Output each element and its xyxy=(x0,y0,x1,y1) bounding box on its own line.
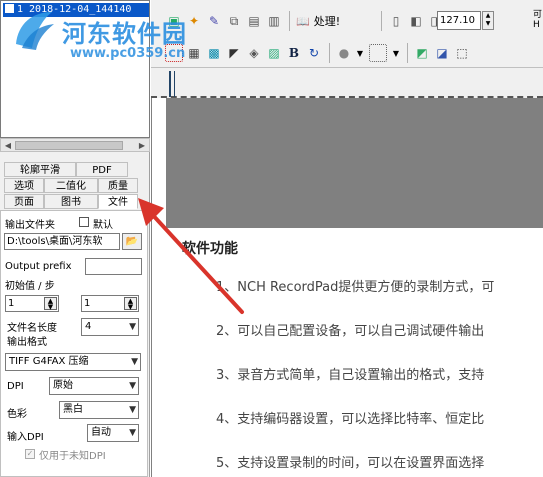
dpi-value: 原始 xyxy=(53,380,73,391)
filename-length-value: 4 xyxy=(85,321,92,332)
chevron-down-icon[interactable]: ▼ xyxy=(387,44,405,62)
zoom-field[interactable]: 127.10 xyxy=(437,11,481,30)
document-line: 3、录音方式简单，自己设置输出的格式，支持 xyxy=(216,368,485,383)
tab-options[interactable]: 选项 xyxy=(4,178,44,193)
picture-icon[interactable]: ▨ xyxy=(265,44,283,62)
input-dpi-label: 输入DPI xyxy=(7,432,44,443)
initial-value: 1 xyxy=(8,298,15,309)
rotate-icon[interactable]: ↻ xyxy=(305,44,323,62)
book-icon: 📖 xyxy=(296,14,310,28)
chevron-down-icon: ▼ xyxy=(129,405,136,415)
chevron-down-icon: ▼ xyxy=(131,357,138,367)
dpi-select[interactable]: 原始 ▼ xyxy=(49,377,139,395)
chevron-down-icon[interactable]: ▼ xyxy=(351,44,369,62)
output-path-field[interactable]: D:\tools\桌面\河东软 xyxy=(4,233,120,250)
output-folder-label: 输出文件夹 xyxy=(5,220,55,231)
tab-pdf[interactable]: PDF xyxy=(76,162,128,177)
document-line: 5、支持设置录制的时间，可以在设置界面选择 xyxy=(216,456,485,471)
output-prefix-label: Output prefix xyxy=(5,261,72,272)
color-label: 色彩 xyxy=(7,409,27,420)
annotation-arrow xyxy=(138,198,244,314)
watermark-url: www.pc0359.cn xyxy=(70,46,186,61)
initial-step-label: 初始值 / 步 xyxy=(5,281,55,292)
transform-icon[interactable]: ⬚ xyxy=(453,44,471,62)
filename-length-select[interactable]: 4 ▼ xyxy=(81,318,139,336)
page-export-icon[interactable]: ◪ xyxy=(433,44,451,62)
tab-book[interactable]: 图书 xyxy=(44,194,98,209)
color-value: 黑白 xyxy=(63,404,83,415)
unknown-dpi-label: 仅用于未知DPI xyxy=(39,451,106,462)
scroll-right-icon[interactable]: ▶ xyxy=(136,140,148,151)
right-label-bottom: H xyxy=(533,20,540,30)
initial-spinner-icon[interactable]: ▲ ▼ xyxy=(44,297,57,311)
chevron-down-icon: ▼ xyxy=(129,428,136,438)
page-ruler xyxy=(151,68,543,98)
save-icon[interactable]: ▤ xyxy=(245,12,263,30)
output-format-value: TIFF G4FAX 压缩 xyxy=(9,356,89,367)
toolbar-separator xyxy=(407,43,408,63)
watermark-logo-icon xyxy=(8,4,58,54)
marquee-icon[interactable] xyxy=(369,44,387,62)
page-icon[interactable]: ▯ xyxy=(387,12,405,30)
document-line: 2、可以自己配置设备，可以自己调试硬件输出 xyxy=(216,324,485,339)
print-icon[interactable]: ▥ xyxy=(265,12,283,30)
filename-length-label: 文件名长度 xyxy=(7,323,57,334)
process-button-label: 处理! xyxy=(313,15,341,28)
document-line: 1、NCH RecordPad提供更方便的录制方式，可 xyxy=(216,280,495,295)
input-dpi-value: 自动 xyxy=(91,427,111,438)
bold-icon[interactable]: B xyxy=(285,44,303,62)
right-label-top: 可 xyxy=(533,10,543,20)
output-format-label: 输出格式 xyxy=(7,337,47,348)
color-select[interactable]: 黑白 ▼ xyxy=(59,401,139,419)
initial-value-field[interactable]: 1 ▲ ▼ xyxy=(5,295,59,312)
unknown-dpi-checkbox[interactable]: ✓ xyxy=(25,449,35,459)
document-line: 4、支持编码器设置，可以选择比特率、恒定比 xyxy=(216,412,485,427)
toolbar-separator xyxy=(329,43,330,63)
tab-page[interactable]: 页面 xyxy=(4,194,44,209)
tab-contour-smoothing[interactable]: 轮廓平滑 xyxy=(4,162,76,177)
scroll-left-icon[interactable]: ◀ xyxy=(2,140,14,151)
scrollbar-thumb[interactable] xyxy=(15,141,123,150)
fill-icon[interactable]: ◈ xyxy=(245,44,263,62)
output-format-select[interactable]: TIFF G4FAX 压缩 ▼ xyxy=(5,353,141,371)
chevron-down-icon: ▼ xyxy=(129,381,136,391)
tab-binarization[interactable]: 二值化 xyxy=(44,178,98,193)
horizontal-scrollbar[interactable]: ◀ ▶ xyxy=(0,138,150,152)
watermark-name: 河东软件园 xyxy=(62,20,187,48)
watermark: 河东软件园 www.pc0359.cn xyxy=(0,0,240,70)
default-checkbox[interactable] xyxy=(79,217,89,227)
step-value: 1 xyxy=(84,298,91,309)
dpi-label: DPI xyxy=(7,381,24,392)
toolbar-separator xyxy=(381,11,382,31)
ruler-marker[interactable] xyxy=(169,71,175,97)
page-prev-icon[interactable]: ◧ xyxy=(407,12,425,30)
input-dpi-select[interactable]: 自动 ▼ xyxy=(87,424,139,442)
zoom-spinner-icon[interactable]: ▲ ▼ xyxy=(482,11,494,30)
default-label: 默认 xyxy=(93,220,113,231)
page-add-icon[interactable]: ◩ xyxy=(413,44,431,62)
chevron-down-icon: ▼ xyxy=(129,322,136,332)
process-button[interactable]: 📖 处理! xyxy=(296,12,340,30)
toolbar-separator xyxy=(289,11,290,31)
